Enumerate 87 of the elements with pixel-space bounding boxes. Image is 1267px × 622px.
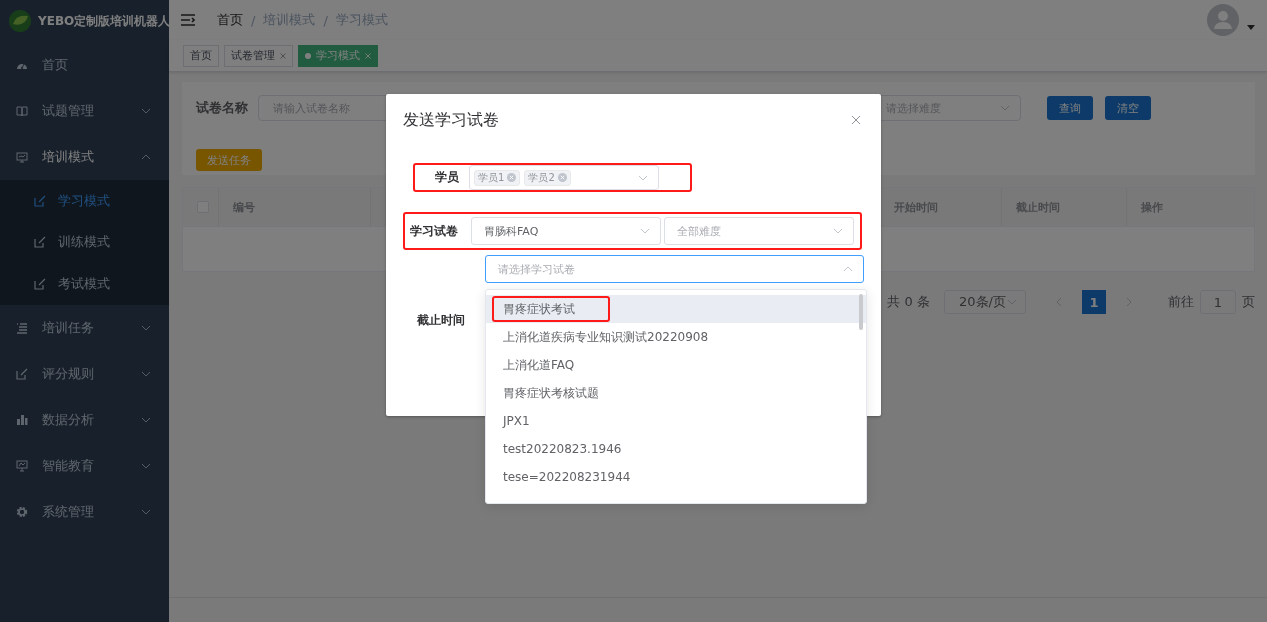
breadcrumb-item[interactable]: 首页	[217, 11, 243, 29]
bar-chart-icon	[16, 413, 28, 426]
gear-icon	[16, 505, 28, 518]
edit-icon	[34, 194, 46, 207]
menu-label: 首页	[42, 56, 69, 74]
menu-item[interactable]: 数据分析	[0, 396, 169, 443]
tag-label: 学员1	[478, 170, 505, 185]
edit-icon	[34, 236, 46, 249]
chevron-down-icon	[640, 228, 650, 234]
filter-button[interactable]: 清空	[1105, 96, 1151, 120]
menu-item[interactable]: 培训模式	[0, 134, 169, 180]
select-field[interactable]: 全部难度	[664, 217, 854, 245]
menu-label: 智能教育	[42, 456, 95, 475]
page-suffix: 页	[1242, 293, 1255, 311]
dropdown-option[interactable]: 胃疼症状考试	[486, 295, 866, 323]
page-number[interactable]: 1	[1082, 290, 1106, 314]
menu-item[interactable]: 智能教育	[0, 442, 169, 489]
menu-item[interactable]: 试题管理	[0, 88, 169, 134]
field-label: 截止时间	[416, 312, 466, 329]
menu-item[interactable]: 培训任务	[0, 304, 169, 351]
book-icon	[16, 105, 28, 117]
dialog-title: 发送学习试卷	[403, 109, 499, 131]
close-icon[interactable]	[280, 52, 286, 59]
leaf-logo-icon	[8, 9, 32, 33]
select-field[interactable]: 胃肠科FAQ	[471, 217, 661, 245]
chevron-left-icon[interactable]	[1054, 297, 1064, 307]
dropdown-option[interactable]: 胃疼症状考核试题	[486, 379, 866, 407]
menu-label: 培训任务	[42, 318, 95, 337]
page-size-select[interactable]: 20条/页	[944, 290, 1026, 314]
dropdown-option[interactable]: JPX1	[486, 407, 866, 435]
menu-label: 系统管理	[42, 502, 95, 521]
list-icon	[16, 321, 28, 334]
chevron-down-icon	[1007, 299, 1017, 305]
menu-label: 考试模式	[58, 274, 110, 293]
avatar-icon[interactable]	[1207, 4, 1239, 36]
dropdown-option[interactable]: tese=202208231944	[486, 463, 866, 491]
dropdown-option[interactable]: 上消化道FAQ	[486, 351, 866, 379]
app-title: YEBO定制版培训机器人	[38, 12, 171, 30]
chevron-right-icon[interactable]	[1124, 297, 1134, 307]
filter-button[interactable]: 查询	[1047, 96, 1093, 120]
menu-label: 学习模式	[58, 191, 110, 210]
send-task-button[interactable]: 发送任务	[196, 149, 262, 171]
menu-item[interactable]: 评分规则	[0, 350, 169, 397]
multi-select-field[interactable]: 学员1 学员2	[469, 165, 659, 190]
chevron-down-icon	[833, 228, 843, 234]
breadcrumb-separator: /	[323, 12, 328, 28]
remove-icon[interactable]	[557, 173, 567, 182]
close-icon[interactable]	[851, 115, 861, 125]
field-label: 学习试卷	[409, 222, 459, 240]
field-label: 学员	[434, 169, 460, 186]
goto-label: 前往	[1168, 293, 1194, 311]
edit-icon	[34, 277, 46, 290]
select-value: 20条/页	[959, 293, 1006, 311]
view-tab[interactable]: 首页	[183, 44, 219, 67]
menu-label: 训练模式	[58, 233, 110, 252]
dropdown-option[interactable]: test20220823.1946	[486, 435, 866, 463]
active-dot-icon	[305, 52, 311, 59]
edit-icon	[16, 367, 28, 380]
caret-icon[interactable]	[1247, 24, 1255, 30]
menu-icon[interactable]	[181, 14, 195, 26]
view-tab[interactable]: 试卷管理	[224, 44, 293, 67]
menu-label: 试题管理	[42, 102, 95, 120]
scrollbar[interactable]	[859, 294, 863, 330]
tag-label: 学员2	[528, 170, 555, 185]
chevron-up-icon	[843, 266, 853, 272]
menu-item[interactable]: 系统管理	[0, 488, 169, 535]
menu-item[interactable]: 首页	[0, 42, 169, 88]
monitor-icon	[16, 459, 28, 472]
monitor-icon	[16, 151, 28, 163]
field-label: 试卷名称	[196, 99, 248, 117]
menu-label: 培训模式	[42, 148, 95, 166]
select-value: 胃肠科FAQ	[484, 223, 539, 239]
menu-label: 评分规则	[42, 364, 95, 383]
view-tab[interactable]: 学习模式	[298, 44, 378, 67]
submenu-item[interactable]: 训练模式	[0, 221, 169, 263]
page-input[interactable]: 1	[1200, 290, 1236, 314]
menu-label: 数据分析	[42, 410, 95, 429]
chevron-down-icon	[1000, 105, 1010, 111]
remove-icon[interactable]	[507, 173, 517, 182]
placeholder-text: 请选择学习试卷	[498, 261, 575, 277]
chevron-down-icon	[638, 174, 648, 181]
total-count: 共 0 条	[887, 293, 930, 311]
submenu-item[interactable]: 学习模式	[0, 180, 169, 222]
submenu-item[interactable]: 考试模式	[0, 263, 169, 305]
placeholder-text: 全部难度	[677, 223, 721, 239]
dropdown-option[interactable]: 上消化道疾病专业知识测试20220908	[486, 323, 866, 351]
breadcrumb-separator: /	[251, 12, 256, 28]
